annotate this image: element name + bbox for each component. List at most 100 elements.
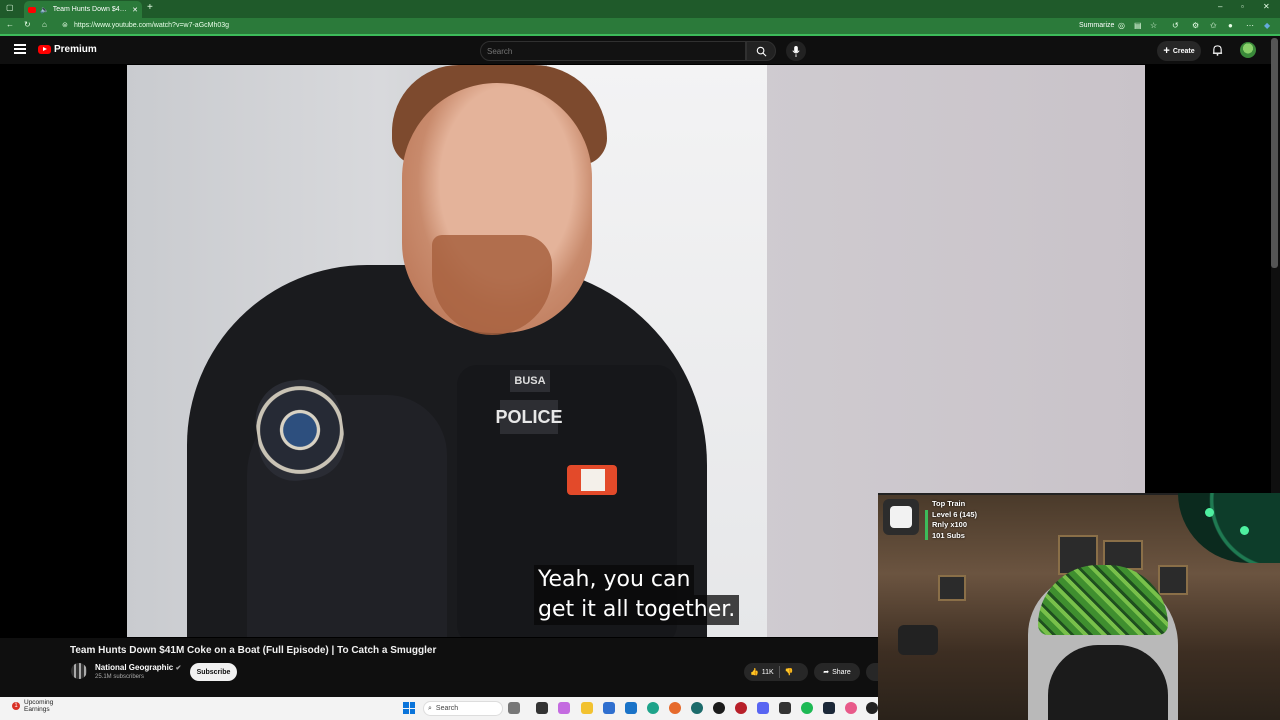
overlay-line-2: Level 6 (145) (932, 509, 978, 519)
browser-tab-bar: ▢ 🔈 Team Hunts Down $41M Co ✕ + – ▫ ✕ (0, 0, 1280, 18)
wall-frame (938, 575, 966, 601)
favorite-star-icon[interactable]: ☆ (1150, 21, 1157, 30)
like-button[interactable]: 👍 11K (750, 668, 774, 677)
channel-name-text: National Geographic (95, 663, 174, 672)
share-label: Share (832, 668, 851, 676)
verified-check-icon: ✔ (175, 665, 182, 672)
hamburger-menu-icon[interactable] (14, 44, 26, 54)
tab-title: Team Hunts Down $41M Co (52, 6, 129, 13)
channel-avatar[interactable] (71, 663, 87, 679)
app-icon[interactable] (508, 702, 520, 714)
close-window-icon[interactable]: ✕ (1263, 2, 1270, 11)
overlay-line-3: Rnly x100 (932, 520, 968, 529)
spotify-icon[interactable] (801, 702, 813, 714)
minimize-icon[interactable]: – (1218, 2, 1222, 11)
outlook-icon[interactable] (625, 702, 637, 714)
reader-icon[interactable]: ◎ (1118, 21, 1125, 30)
caption-line-1: Yeah, you can (534, 565, 695, 595)
share-button[interactable]: ➦ Share (814, 663, 860, 681)
vest-name-tag: BUSA (510, 370, 550, 392)
more-menu-icon[interactable]: ⋯ (1246, 21, 1254, 30)
like-divider (778, 666, 780, 678)
windows-start-icon[interactable] (403, 702, 415, 714)
like-count: 11K (761, 668, 774, 676)
search-icon: ⌕ (428, 704, 432, 712)
window-menu-icon[interactable]: ▢ (6, 3, 14, 12)
app-icon[interactable] (536, 702, 548, 714)
app-icon[interactable] (735, 702, 747, 714)
tourniquet-pouch (567, 465, 617, 495)
store-app-icon[interactable] (603, 702, 615, 714)
subscribe-button[interactable]: Subscribe (190, 663, 237, 681)
overlay-progress-bar (925, 510, 928, 540)
microphone-arm (898, 625, 938, 655)
youtube-play-icon (38, 45, 51, 54)
search-button[interactable] (746, 41, 776, 61)
app-icon[interactable] (866, 702, 878, 714)
terminal-icon[interactable] (779, 702, 791, 714)
earnings-widget[interactable]: 1 Upcoming Earnings (12, 699, 53, 713)
page-scrollbar[interactable] (1271, 38, 1278, 268)
favorites-icon[interactable]: ✩ (1210, 21, 1217, 30)
edge-icon[interactable] (647, 702, 659, 714)
share-arrow-icon: ➦ (823, 669, 830, 676)
account-avatar[interactable] (1240, 42, 1256, 58)
file-explorer-icon[interactable] (581, 702, 593, 714)
discord-icon[interactable] (757, 702, 769, 714)
extensions-icon[interactable]: ⚙ (1192, 21, 1199, 30)
voice-search-button[interactable] (786, 41, 806, 61)
home-icon[interactable]: ⌂ (42, 20, 47, 29)
url-field[interactable]: https://www.youtube.com/watch?v=w7-aGcMh… (74, 22, 229, 29)
audio-icon[interactable]: 🔈 (40, 6, 49, 14)
download-button[interactable] (866, 663, 878, 681)
reload-icon[interactable]: ↻ (24, 20, 31, 29)
create-button[interactable]: + Create (1157, 41, 1201, 61)
refresh-sync-icon[interactable]: ↺ (1172, 21, 1179, 30)
browser-tab[interactable]: 🔈 Team Hunts Down $41M Co ✕ (24, 1, 142, 18)
copilot-app-icon[interactable] (558, 702, 570, 714)
search-input[interactable] (480, 41, 746, 61)
caption-line-2: get it all together. (534, 595, 740, 625)
streamer-hair (1048, 645, 1168, 720)
copilot-icon[interactable]: ◆ (1264, 21, 1270, 30)
taskbar-search[interactable]: ⌕ Search (423, 701, 503, 716)
summarize-button[interactable]: Summarize (1079, 22, 1114, 29)
streamer-hat (1038, 565, 1168, 635)
video-caption: Yeah, you can get it all together. (534, 565, 740, 625)
address-bar-row: ← ↻ ⌂ ⊜ https://www.youtube.com/watch?v=… (0, 18, 1280, 36)
youtube-logo[interactable]: Premium (38, 44, 97, 55)
firefox-icon[interactable] (669, 702, 681, 714)
gauge-dot (1205, 508, 1214, 517)
app-icon[interactable] (691, 702, 703, 714)
youtube-header: Premium + Create (0, 38, 1280, 64)
youtube-favicon-icon (28, 6, 36, 13)
notifications-bell-icon[interactable] (1212, 44, 1223, 56)
close-tab-icon[interactable]: ✕ (132, 6, 138, 14)
video-title: Team Hunts Down $41M Coke on a Boat (Ful… (70, 645, 437, 656)
app-icon[interactable] (845, 702, 857, 714)
train-icon (883, 499, 919, 535)
app-icon[interactable] (713, 702, 725, 714)
notification-badge: 1 (12, 702, 20, 710)
thumbs-down-icon: 👎 (784, 669, 794, 676)
overlay-line-1: Top Train (932, 499, 966, 508)
maximize-icon[interactable]: ▫ (1241, 2, 1244, 11)
vest-police-tag: POLICE (496, 400, 563, 434)
channel-name[interactable]: National Geographic ✔ (95, 663, 181, 672)
back-icon[interactable]: ← (6, 20, 14, 29)
taskbar-search-label: Search (435, 705, 459, 712)
site-info-icon[interactable]: ⊜ (62, 21, 68, 29)
overlay-line-4: 101 Subs (932, 530, 965, 540)
thumbs-up-icon: 👍 (750, 669, 759, 676)
windows-taskbar: 1 Upcoming Earnings ⌕ Search (0, 697, 878, 720)
create-label: Create (1172, 47, 1195, 55)
split-icon[interactable]: ▤ (1134, 21, 1142, 30)
steam-icon[interactable] (823, 702, 835, 714)
profile-icon[interactable]: ● (1228, 21, 1233, 30)
dislike-button[interactable]: 👎 (785, 668, 794, 676)
widget-line-1: Upcoming (24, 699, 54, 706)
subscriber-count: 25.1M subscribers (95, 674, 145, 680)
like-dislike-group: 👍 11K 👎 (744, 663, 808, 681)
logo-text: Premium (54, 44, 97, 55)
new-tab-icon[interactable]: + (147, 2, 153, 13)
